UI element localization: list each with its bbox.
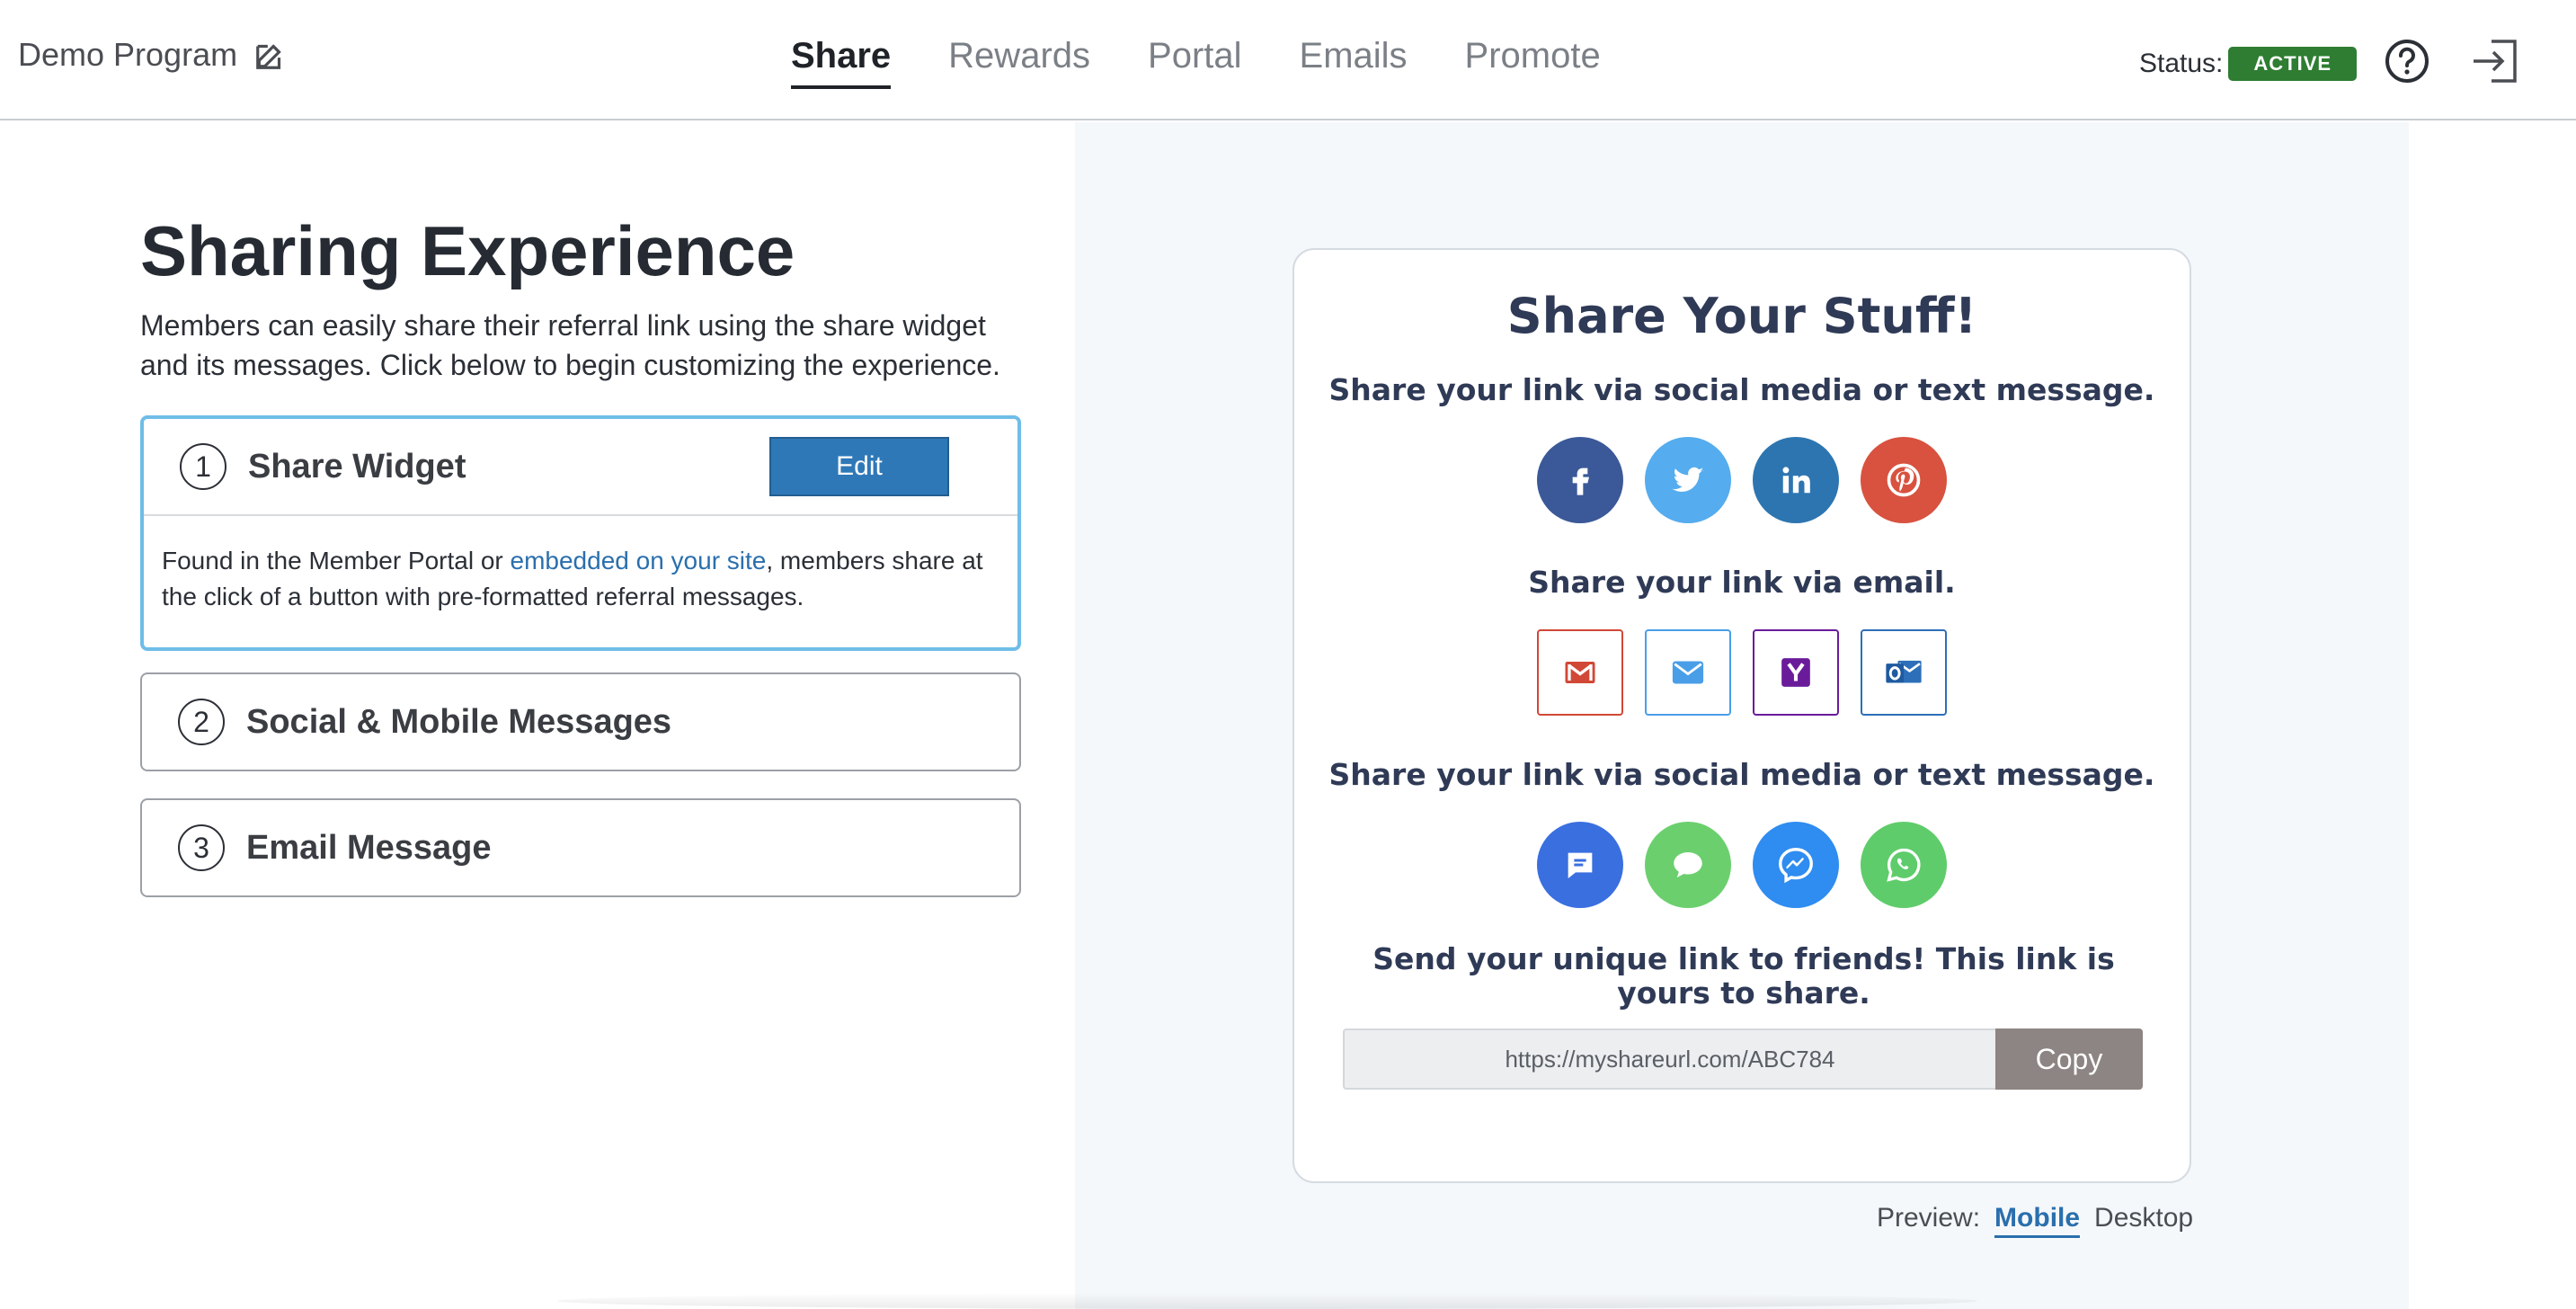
social-mobile-messages-card[interactable]: 2 Social & Mobile Messages [140, 672, 1021, 771]
help-icon[interactable] [2384, 38, 2430, 85]
program-title-group: Demo Program [18, 36, 288, 74]
sms-icons-row [1294, 822, 2190, 908]
pinterest-icon[interactable] [1861, 437, 1947, 523]
tab-emails[interactable]: Emails [1300, 36, 1408, 89]
preview-mobile-toggle[interactable]: Mobile [1994, 1203, 2081, 1238]
step-number: 3 [178, 824, 225, 871]
page-title: Sharing Experience [140, 211, 795, 290]
copy-button[interactable]: Copy [1995, 1028, 2143, 1090]
card-header: 1 Share Widget Edit [144, 419, 1017, 514]
card-title: Share Widget [248, 447, 466, 485]
mail-icon[interactable] [1645, 629, 1731, 716]
preview-desktop-toggle[interactable]: Desktop [2094, 1203, 2193, 1233]
twitter-icon[interactable] [1645, 437, 1731, 523]
messenger-icon[interactable] [1753, 822, 1839, 908]
status-badge[interactable]: ACTIVE [2228, 47, 2358, 81]
main-nav: Share Rewards Portal Emails Promote [791, 36, 1601, 89]
preview-label: Preview: [1877, 1203, 1981, 1233]
logout-icon[interactable] [2470, 36, 2520, 86]
card-body: Found in the Member Portal or embedded o… [144, 514, 1017, 647]
linkedin-icon[interactable] [1753, 437, 1839, 523]
whatsapp-icon[interactable] [1861, 822, 1947, 908]
outlook-icon[interactable] [1861, 629, 1947, 716]
tab-portal[interactable]: Portal [1148, 36, 1242, 89]
gmail-icon[interactable] [1537, 629, 1623, 716]
card-header: 3 Email Message [142, 800, 1019, 895]
social-heading: Share your link via social media or text… [1328, 372, 2155, 407]
share-widget-preview: Share Your Stuff! Share your link via so… [1292, 248, 2191, 1183]
email-icons-row [1294, 629, 2190, 716]
tab-promote[interactable]: Promote [1465, 36, 1601, 89]
card-header: 2 Social & Mobile Messages [142, 674, 1019, 770]
yahoo-icon[interactable] [1753, 629, 1839, 716]
sms-icon[interactable] [1537, 822, 1623, 908]
tab-share[interactable]: Share [791, 36, 892, 89]
edit-icon[interactable] [253, 38, 288, 72]
page-description: Members can easily share their referral … [140, 309, 1000, 381]
bottom-shadow [557, 1293, 1977, 1309]
email-heading: Share your link via email. [1528, 565, 1956, 600]
body-text-start: Found in the Member Portal or [162, 547, 511, 574]
preview-title: Share Your Stuff! [1506, 288, 1977, 344]
share-link-row: https://myshareurl.com/ABC784 Copy [1343, 1028, 2143, 1090]
card-title: Social & Mobile Messages [246, 702, 672, 741]
facebook-icon[interactable] [1537, 437, 1623, 523]
social-icons-row [1294, 437, 2190, 523]
step-number: 1 [180, 443, 227, 490]
tab-rewards[interactable]: Rewards [948, 36, 1090, 89]
share-widget-card[interactable]: 1 Share Widget Edit Found in the Member … [140, 415, 1021, 651]
embedded-link[interactable]: embedded on your site [511, 547, 767, 574]
share-link-field[interactable]: https://myshareurl.com/ABC784 [1343, 1028, 1995, 1090]
imessage-icon[interactable] [1645, 822, 1731, 908]
program-name: Demo Program [18, 36, 238, 73]
preview-toggle: Preview: Mobile Desktop [1877, 1203, 2193, 1238]
sms-heading: Share your link via social media or text… [1328, 757, 2155, 792]
top-bar: Demo Program Share Rewards Portal Emails… [0, 0, 2576, 120]
card-title: Email Message [246, 828, 492, 867]
edit-button[interactable]: Edit [769, 437, 949, 496]
email-message-card[interactable]: 3 Email Message [140, 798, 1021, 897]
status-label: Status: [2139, 49, 2224, 78]
status-group: Status: ACTIVE [2139, 47, 2358, 81]
unique-link-heading: Send your unique link to friends! This l… [1372, 941, 2115, 1011]
step-number: 2 [178, 699, 225, 745]
